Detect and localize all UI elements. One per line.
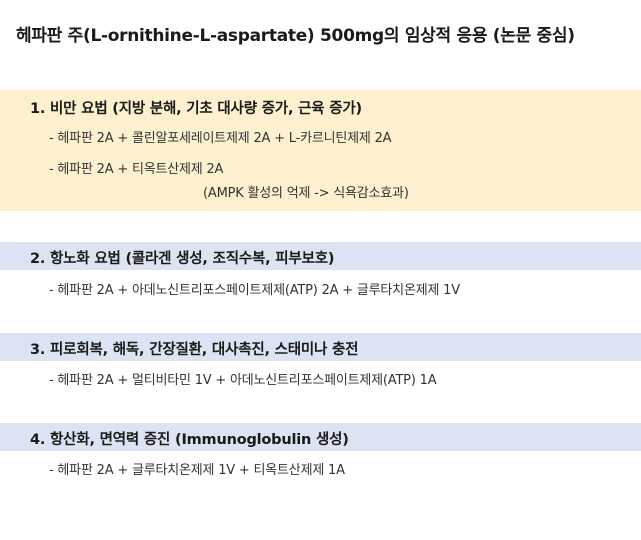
section-heading-bar: 3. 피로회복, 해독, 간장질환, 대사촉진, 스태미나 충전 [0,333,641,361]
regimen-item: - 헤파판 2A + 티옥트산제제 2A [49,162,224,177]
section-heading: 3. 피로회복, 해독, 간장질환, 대사촉진, 스태미나 충전 [30,342,359,358]
section-heading: 2. 항노화 요법 (콜라겐 생성, 조직수복, 피부보호) [30,251,335,267]
regimen-item: - 헤파판 2A + 아데노신트리포스페이트제제(ATP) 2A + 글루타치온… [49,283,460,298]
section-heading: 1. 비만 요법 (지방 분해, 기초 대사량 증가, 근육 증가) [30,101,362,117]
section-heading-bar: 2. 항노화 요법 (콜라겐 생성, 조직수복, 피부보호) [0,242,641,270]
regimen-item: - 헤파판 2A + 콜린알포세레이트제제 2A + L-카르니틴제제 2A [49,131,392,146]
section-heading: 4. 항산화, 면역력 증진 (Immunoglobulin 생성) [30,432,349,448]
regimen-item: - 헤파판 2A + 글루타치온제제 1V + 티옥트산제제 1A [49,463,345,478]
regimen-item: - 헤파판 2A + 멀티비타민 1V + 아데노신트리포스페이트제제(ATP)… [49,373,437,388]
section-obesity-therapy: 1. 비만 요법 (지방 분해, 기초 대사량 증가, 근육 증가) - 헤파판… [0,90,641,211]
document-page: 헤파판 주(L-ornithine-L-aspartate) 500mg의 임상… [0,0,641,540]
page-title: 헤파판 주(L-ornithine-L-aspartate) 500mg의 임상… [16,26,575,46]
section-heading-bar: 4. 항산화, 면역력 증진 (Immunoglobulin 생성) [0,423,641,451]
regimen-note: (AMPK 활성의 억제 -> 식욕감소효과) [203,186,409,201]
